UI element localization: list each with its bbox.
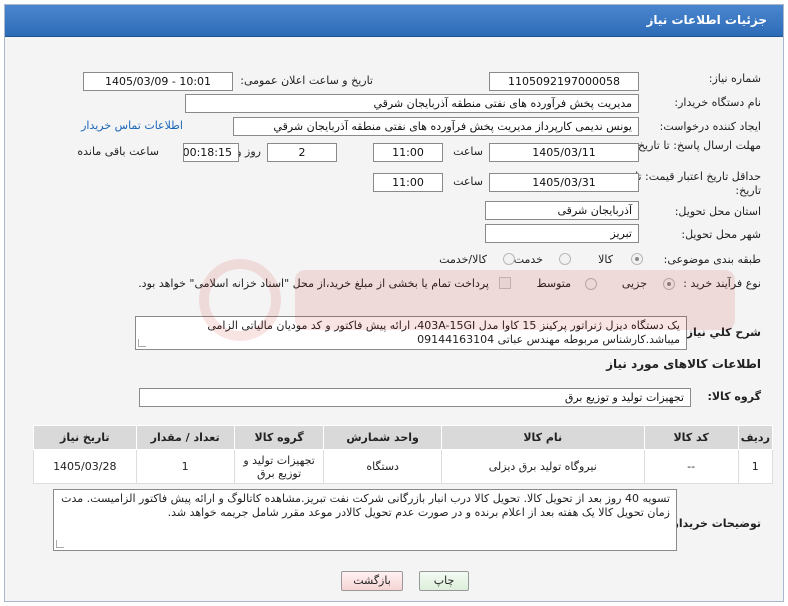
col-row: ردیف xyxy=(737,425,774,450)
category-both-radio[interactable] xyxy=(503,253,515,265)
col-code: کد کالا xyxy=(643,425,739,450)
buyer-notes-textarea[interactable]: تسویه 40 روز بعد از تحویل کالا. تحویل کا… xyxy=(53,489,677,551)
description-label: شرح کلي نياز: xyxy=(682,326,761,339)
process-label: نوع فرآیند خرید : xyxy=(683,277,761,290)
process-medium-text: متوسط xyxy=(536,277,571,290)
city-label: شهر محل تحویل: xyxy=(681,228,761,241)
description-text: یک دستگاه دیزل ژنراتور پرکینز 15 کاوا مد… xyxy=(207,319,680,346)
col-date: تاریخ نیاز xyxy=(33,425,137,450)
description-textarea[interactable]: یک دستگاه دیزل ژنراتور پرکینز 15 کاوا مد… xyxy=(135,316,687,350)
title-bar: جزئیات اطلاعات نیاز xyxy=(5,5,783,37)
buyer-notes-text: تسویه 40 روز بعد از تحویل کالا. تحویل کا… xyxy=(61,492,670,519)
creator-label: ایجاد کننده درخواست: xyxy=(659,120,761,133)
goods-group-label: گروه کالا: xyxy=(707,390,761,403)
category-both-text: کالا/خدمت xyxy=(439,253,487,266)
remaining-label: ساعت باقی مانده xyxy=(77,145,159,158)
resize-handle-icon[interactable] xyxy=(56,540,64,548)
category-goods-text: کالا xyxy=(598,253,613,266)
process-minor-radio[interactable] xyxy=(663,278,675,290)
remaining-time-field[interactable]: 00:18:15 xyxy=(183,143,239,162)
province-label: استان محل تحویل: xyxy=(674,205,761,218)
need-number-field[interactable]: 1105092197000058 xyxy=(489,72,639,91)
need-number-label: شماره نیاز: xyxy=(708,72,761,85)
deadline-time-label: ساعت xyxy=(453,145,483,158)
deadline-date-field[interactable]: 1405/03/11 xyxy=(489,143,639,162)
validity-label: حداقل تاریخ اعتبار قیمت: تا تاریخ: xyxy=(635,170,761,197)
back-button[interactable]: بازگشت xyxy=(341,571,403,591)
days-field[interactable]: 2 xyxy=(267,143,337,162)
cell-date: 1405/03/28 xyxy=(33,449,137,484)
validity-time-field[interactable]: 11:00 xyxy=(373,173,443,192)
col-qty: تعداد / مقدار xyxy=(135,425,235,450)
deadline-time-field[interactable]: 11:00 xyxy=(373,143,443,162)
announce-field[interactable]: 1405/03/09 - 10:01 xyxy=(83,72,233,91)
col-group: گروه کالا xyxy=(233,425,325,450)
goods-table-header: ردیف کد کالا نام کالا واحد شمارش گروه کا… xyxy=(33,425,774,450)
validity-time-label: ساعت xyxy=(453,175,483,188)
buyer-org-label: نام دستگاه خریدار: xyxy=(674,96,761,109)
category-label: طبقه بندی موضوعی: xyxy=(663,253,761,266)
province-field[interactable]: آذربایجان شرقی xyxy=(485,201,639,220)
category-goods-radio[interactable] xyxy=(631,253,643,265)
process-medium-radio[interactable] xyxy=(585,278,597,290)
treasury-checkbox[interactable] xyxy=(499,277,511,289)
city-field[interactable]: تبریز xyxy=(485,224,639,243)
goods-section-title: اطلاعات کالاهای مورد نیاز xyxy=(606,357,761,371)
creator-field[interactable]: یونس ندیمی کارپرداز مدیریت پخش فرآورده ه… xyxy=(233,117,639,136)
buyer-notes-label: توضیحات خریدار: xyxy=(668,517,761,530)
cell-unit: دستگاه xyxy=(323,449,442,484)
col-unit: واحد شمارش xyxy=(323,425,442,450)
category-service-radio[interactable] xyxy=(559,253,571,265)
category-service-text: خدمت xyxy=(513,253,543,266)
col-name: نام کالا xyxy=(440,425,645,450)
cell-code: -- xyxy=(643,449,739,484)
cell-qty: 1 xyxy=(135,449,235,484)
window-title: جزئیات اطلاعات نیاز xyxy=(646,13,767,27)
cell-row: 1 xyxy=(737,449,774,484)
table-row[interactable]: 1 -- نیروگاه تولید برق دیزلی دستگاه تجهی… xyxy=(33,449,774,484)
contact-info-link[interactable]: اطلاعات تماس خریدار xyxy=(81,119,183,132)
details-panel: جزئیات اطلاعات نیاز شماره نیاز: 11050921… xyxy=(4,4,784,602)
payment-note: پرداخت تمام یا بخشی از مبلغ خرید،از محل … xyxy=(138,277,489,290)
deadline-label: مهلت ارسال پاسخ: تا تاریخ: xyxy=(634,139,761,152)
announce-label: تاریخ و ساعت اعلان عمومی: xyxy=(240,74,373,87)
days-label: روز و xyxy=(236,145,261,158)
cell-name: نیروگاه تولید برق دیزلی xyxy=(440,449,645,484)
resize-handle-icon[interactable] xyxy=(138,339,146,347)
goods-group-field[interactable]: تجهیزات تولید و توزیع برق xyxy=(139,388,691,407)
buyer-org-field[interactable]: مدیریت پخش فرآورده های نفتی منطقه آذربای… xyxy=(185,94,639,113)
print-button[interactable]: چاپ xyxy=(419,571,469,591)
goods-table: ردیف کد کالا نام کالا واحد شمارش گروه کا… xyxy=(33,425,774,484)
process-minor-text: جزیی xyxy=(621,277,647,290)
cell-group: تجهیزات تولید و توزیع برق xyxy=(233,449,325,484)
validity-date-field[interactable]: 1405/03/31 xyxy=(489,173,639,192)
